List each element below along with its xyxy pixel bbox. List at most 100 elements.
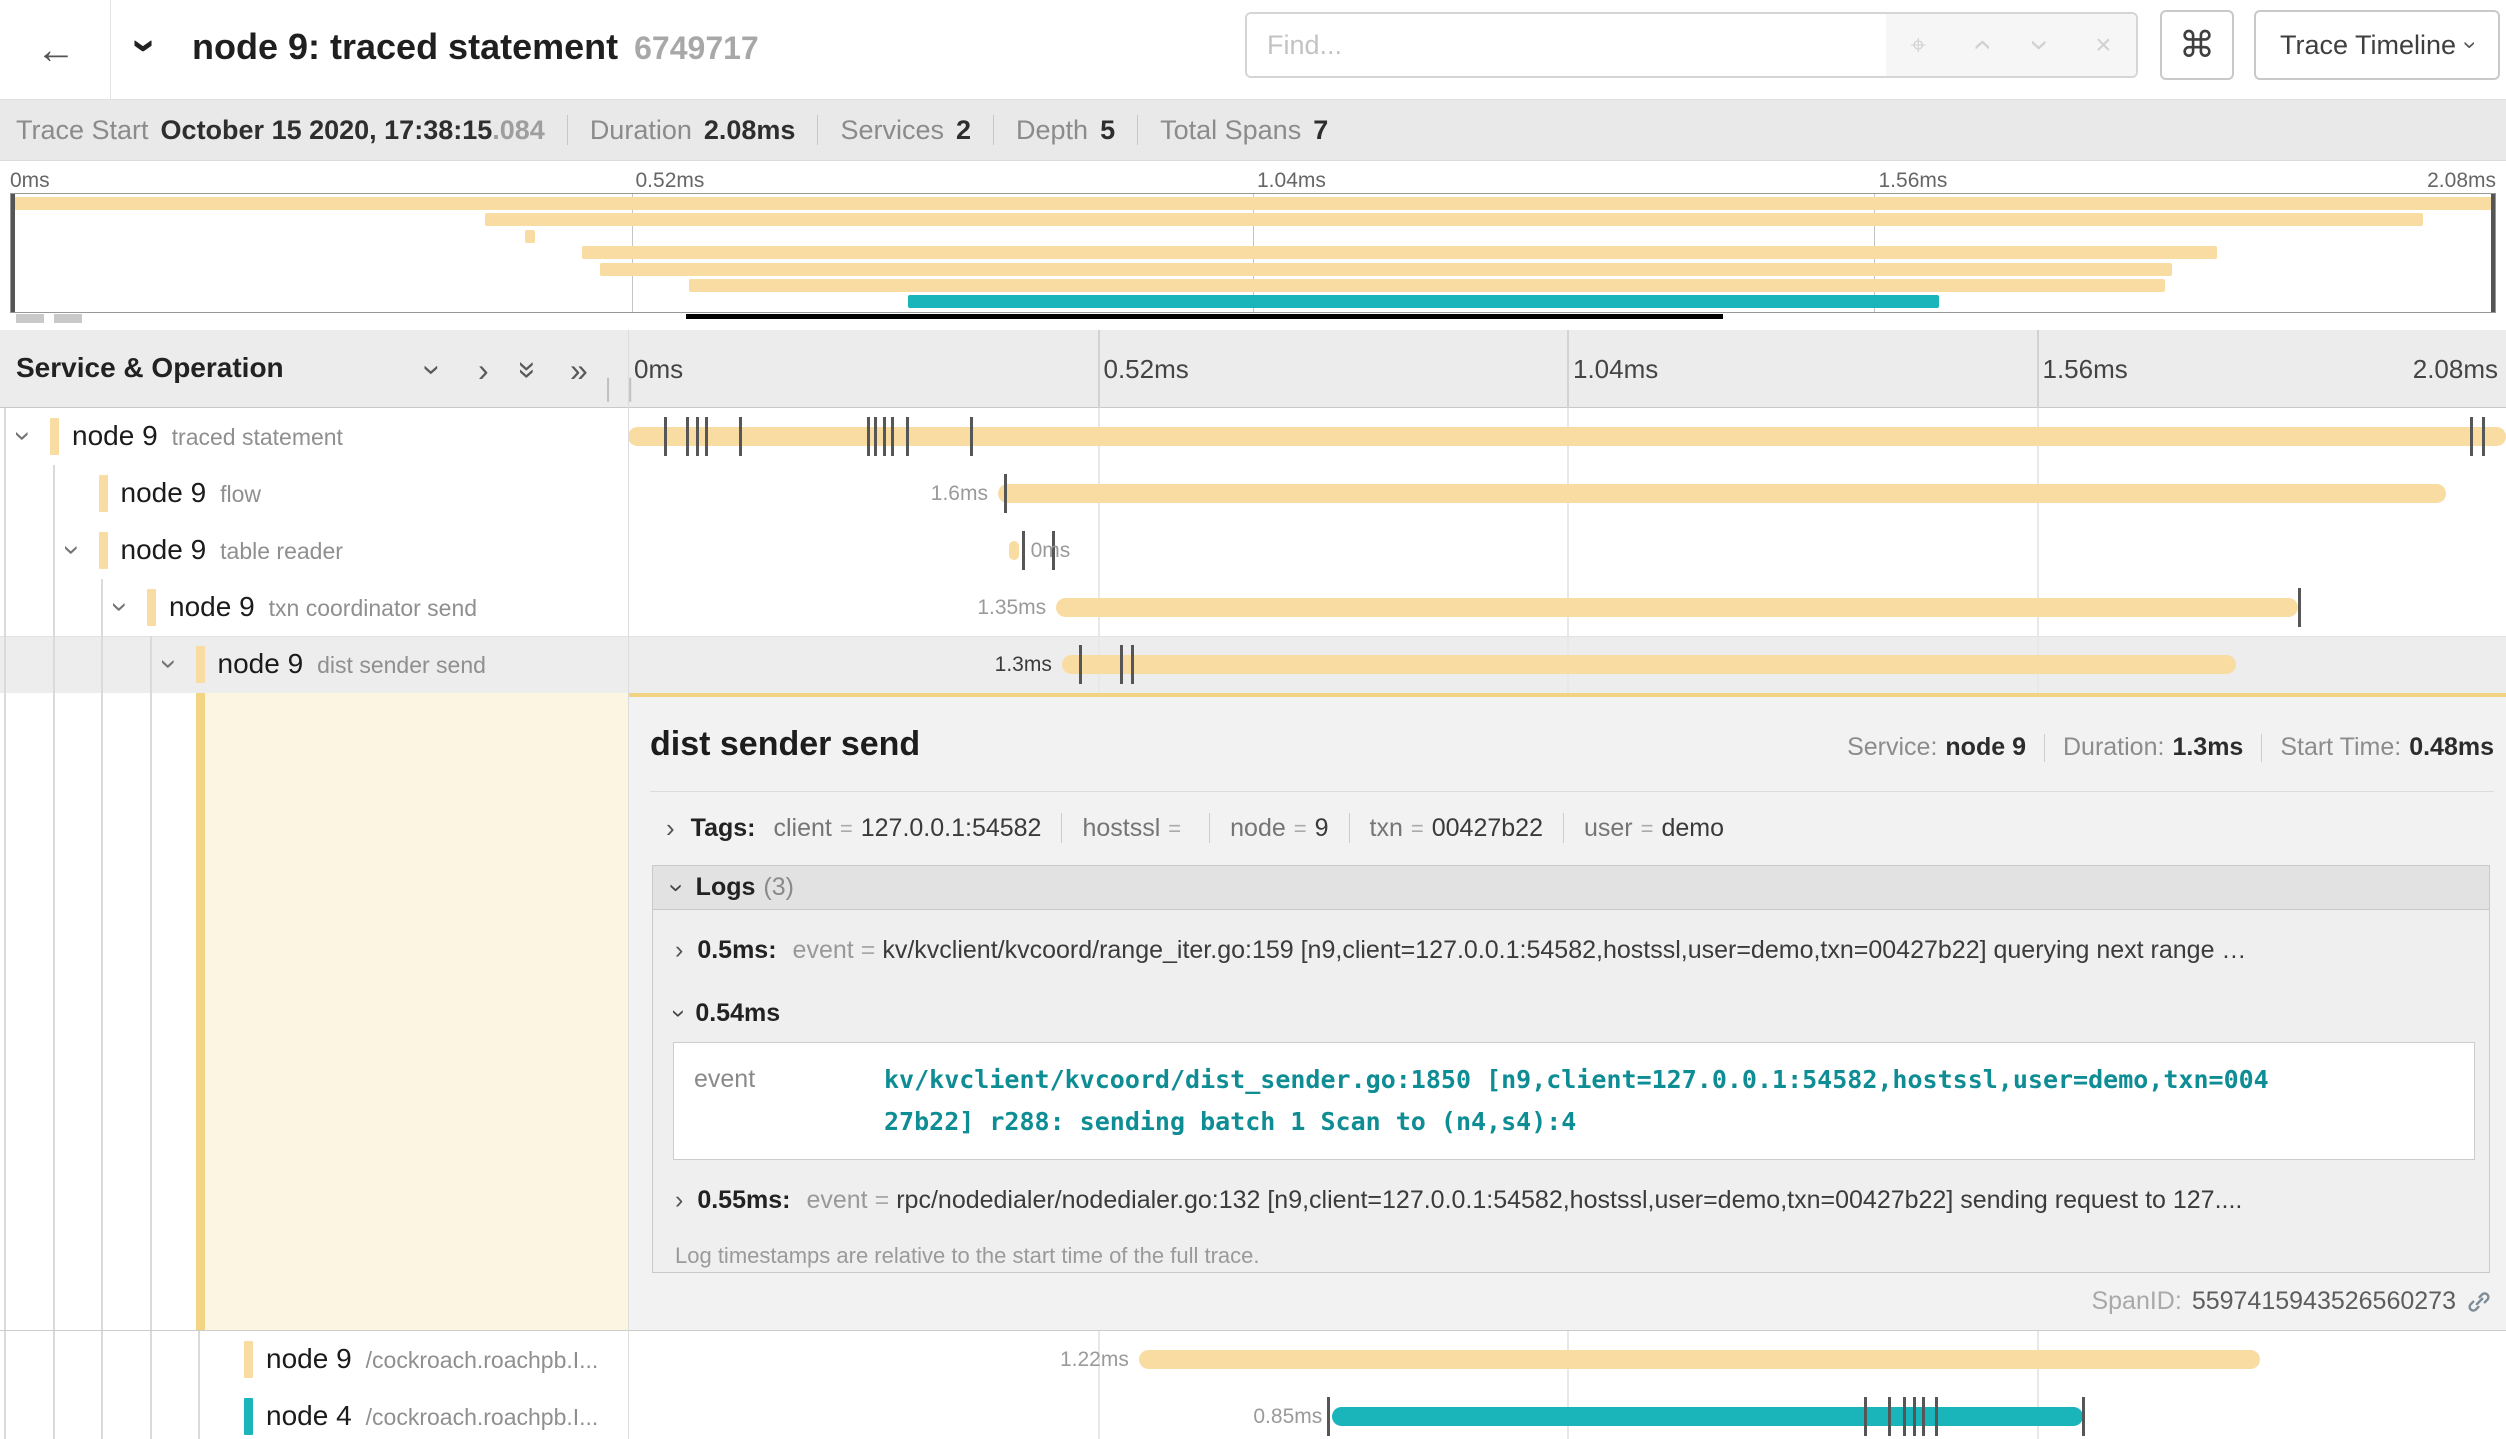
span-row-timeline[interactable]: 1.3ms	[628, 636, 2506, 693]
expand-chevron-icon[interactable]: ›	[154, 659, 184, 669]
span-operation-name: txn coordinator send	[269, 595, 477, 621]
tag-item[interactable]: node=9	[1230, 814, 1328, 843]
stat-label: Total Spans	[1160, 115, 1301, 145]
service-operation-header: Service & Operation	[16, 352, 284, 384]
indent-guide	[150, 1388, 152, 1439]
span-row-timeline[interactable]: 0ms	[628, 522, 2506, 579]
equals-sign: =	[840, 816, 853, 841]
expanded-log-header[interactable]: ›0.54ms	[653, 999, 2489, 1028]
span-row-timeline[interactable]: 1.22ms	[628, 1331, 2506, 1388]
span-row[interactable]: node 4/cockroach.roachpb.I...	[0, 1388, 628, 1439]
span-row[interactable]: ›node 9table reader	[0, 522, 628, 579]
span-color-bar	[244, 1398, 253, 1435]
span-row-timeline[interactable]: 0.85ms	[628, 1388, 2506, 1439]
span-service-name: node 9	[266, 1343, 352, 1374]
collapse-all-icon[interactable]: »	[513, 361, 545, 379]
indent-guide	[4, 1331, 6, 1388]
span-color-bar	[147, 589, 156, 626]
chevron-right-icon: ›	[675, 1188, 683, 1213]
span-color-bar	[99, 475, 108, 512]
expand-one-icon[interactable]: ›	[478, 354, 489, 386]
expand-all-icon[interactable]: »	[570, 354, 588, 386]
span-duration-label: 1.6ms	[931, 482, 988, 506]
span-color-bar	[196, 646, 205, 683]
tag-item[interactable]: txn=00427b22	[1370, 814, 1543, 843]
tag-item[interactable]: hostssl=	[1082, 814, 1189, 843]
log-tick	[1922, 1397, 1925, 1436]
expand-chevron-icon[interactable]: ›	[8, 431, 38, 441]
span-bar[interactable]	[1332, 1407, 2083, 1426]
span-row-timeline[interactable]	[628, 408, 2506, 465]
locate-icon[interactable]: ⌖	[1910, 29, 1926, 62]
span-row-timeline[interactable]: 1.6ms	[628, 465, 2506, 522]
span-id-row: SpanID: 5597415943526560273	[2091, 1287, 2492, 1316]
span-detail-stats: Service: node 9 Duration: 1.3ms Start Ti…	[1847, 733, 2494, 762]
tag-key: node	[1230, 814, 1286, 842]
keyboard-shortcuts-button[interactable]: ⌘	[2160, 10, 2234, 80]
tags-row[interactable]: › Tags: client=127.0.0.1:54582hostssl=no…	[666, 813, 1724, 843]
span-row[interactable]: ›node 9txn coordinator send	[0, 579, 628, 636]
span-row[interactable]: node 9/cockroach.roachpb.I...	[0, 1331, 628, 1388]
log-tick	[1888, 1397, 1891, 1436]
collapse-one-icon[interactable]: ›	[417, 365, 449, 376]
clear-search-icon[interactable]: ×	[2095, 29, 2111, 61]
tag-key: client	[774, 814, 832, 842]
span-service-name: node 9	[121, 477, 207, 508]
span-bar[interactable]	[1009, 541, 1018, 560]
span-row[interactable]: ›node 9traced statement	[0, 408, 628, 465]
log-row[interactable]: ›0.5ms:event=kv/kvclient/kvcoord/range_i…	[653, 936, 2489, 965]
page-title: node 9: traced statement6749717	[192, 26, 759, 68]
span-row[interactable]: node 9flow	[0, 465, 628, 522]
stat-value-fraction: .084	[492, 115, 545, 145]
find-input[interactable]	[1247, 14, 1886, 76]
minimap-right-edge-handle[interactable]	[2491, 194, 2495, 312]
next-result-icon[interactable]: ›	[2024, 39, 2058, 50]
minimap-canvas[interactable]	[10, 193, 2496, 313]
span-detail-title: dist sender send	[650, 725, 920, 764]
minimap-left-edge-handle[interactable]	[11, 194, 15, 312]
column-divider[interactable]	[628, 330, 629, 1439]
stat-value: 2.08ms	[704, 115, 796, 145]
indent-guide	[4, 408, 6, 465]
indent-guide	[53, 1388, 55, 1439]
stat-separator	[567, 115, 568, 145]
trace-timeline-dropdown[interactable]: Trace Timeline ›	[2254, 10, 2500, 80]
span-bar[interactable]	[628, 427, 2506, 446]
stat-label: Services	[840, 115, 944, 145]
minimap-axis-label: 1.56ms	[1879, 169, 1948, 193]
expand-chevron-icon[interactable]: ›	[57, 545, 87, 555]
minimap-handle[interactable]	[16, 314, 44, 323]
expand-chevron-icon[interactable]: ›	[105, 602, 135, 612]
prev-result-icon[interactable]: ›	[1964, 39, 1998, 50]
tag-separator	[1349, 813, 1350, 843]
span-bar[interactable]	[1056, 598, 2297, 617]
trace-collapse-chevron-icon[interactable]: ›	[123, 39, 167, 54]
minimap-viewport-line[interactable]	[686, 314, 1723, 319]
logs-header[interactable]: › Logs (3)	[653, 866, 2489, 910]
minimap-span-bar	[525, 230, 535, 243]
indent-guide	[101, 1388, 103, 1439]
stat-label: Depth	[1016, 115, 1088, 145]
span-link-icon[interactable]	[2466, 1289, 2492, 1315]
indent-guide	[198, 1331, 200, 1388]
log-row[interactable]: ›0.55ms:event=rpc/nodedialer/nodedialer.…	[653, 1186, 2489, 1215]
span-service-name: node 9	[218, 648, 304, 679]
log-tick	[2082, 1397, 2085, 1436]
span-bar[interactable]	[998, 484, 2446, 503]
minimap-axis-label: 2.08ms	[2427, 169, 2496, 193]
span-row[interactable]: ›node 9dist sender send	[0, 636, 628, 693]
tag-item[interactable]: user=demo	[1584, 814, 1724, 843]
span-bar[interactable]	[1062, 655, 2236, 674]
span-row-timeline[interactable]: 1.35ms	[628, 579, 2506, 636]
back-button[interactable]: ←	[26, 26, 86, 74]
minimap-span-bar	[582, 246, 2216, 259]
logs-footer-note: Log timestamps are relative to the start…	[653, 1243, 2489, 1269]
minimap-handle[interactable]	[54, 314, 82, 323]
logs-label: Logs	[696, 873, 756, 902]
tag-item[interactable]: client = 127.0.0.1:54582	[774, 814, 1042, 843]
equals-sign: =	[1411, 816, 1424, 841]
stat-separator	[1137, 115, 1138, 145]
span-service-name: node 4	[266, 1400, 352, 1431]
span-bar[interactable]	[1139, 1350, 2260, 1369]
tag-value: 127.0.0.1:54582	[861, 814, 1042, 842]
